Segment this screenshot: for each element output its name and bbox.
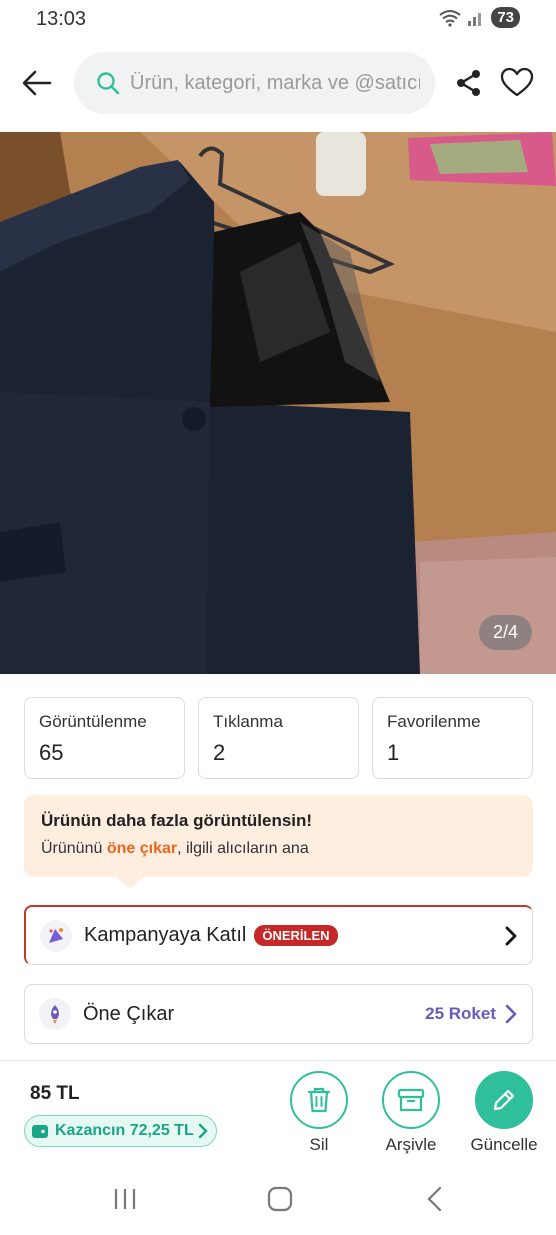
archive-button[interactable]: Arşivle	[366, 1071, 456, 1155]
delete-button[interactable]: Sil	[274, 1071, 364, 1155]
update-button[interactable]: Güncelle	[459, 1071, 549, 1155]
stat-value: 65	[39, 740, 64, 765]
stat-favorites: Favorilenme 1	[372, 697, 533, 779]
share-button[interactable]	[454, 68, 484, 98]
back-arrow-icon	[22, 70, 52, 96]
chevron-right-icon	[198, 1123, 208, 1139]
system-back-button[interactable]	[424, 1186, 446, 1217]
chevron-right-icon	[505, 926, 517, 946]
update-circle	[475, 1071, 533, 1129]
promo-banner: Ürünün daha fazla görüntülensin! Ürününü…	[24, 795, 533, 889]
status-bar: 13:03 73	[0, 0, 556, 38]
promo-pointer	[116, 877, 144, 889]
feature-right: 25 Roket	[425, 1003, 518, 1025]
campaign-right	[504, 925, 518, 947]
product-photo	[0, 132, 556, 674]
campaign-label: Kampanyaya Katıl	[84, 924, 247, 946]
battery-indicator: 73	[491, 7, 520, 28]
archive-icon	[397, 1088, 425, 1112]
update-label: Güncelle	[470, 1135, 538, 1154]
wallet-icon	[32, 1125, 48, 1138]
stat-label: Görüntülenme	[39, 712, 147, 731]
bottom-action-bar: 85 TL Kazancın 72,25 TL Sil Arşivle Günc…	[0, 1060, 556, 1164]
product-price: 85 TL	[30, 1083, 80, 1104]
feature-product-row[interactable]: Öne Çıkar 25 Roket	[24, 984, 533, 1044]
home-button[interactable]	[266, 1186, 294, 1217]
archive-circle	[382, 1071, 440, 1129]
stat-label: Favorilenme	[387, 712, 481, 731]
rocket-icon	[39, 998, 71, 1030]
stat-value: 1	[387, 740, 400, 765]
favorite-button[interactable]	[500, 66, 534, 100]
recommended-badge: ÖNERİLEN	[254, 925, 338, 946]
recent-apps-icon	[114, 1189, 136, 1209]
product-photo-carousel[interactable]: 2/4	[0, 132, 556, 674]
heart-icon	[500, 67, 534, 97]
search-bar[interactable]	[74, 52, 435, 114]
back-button[interactable]	[20, 66, 54, 100]
stat-value: 2	[213, 740, 226, 765]
delete-label: Sil	[309, 1135, 329, 1154]
search-icon	[97, 72, 120, 95]
recent-apps-button[interactable]	[112, 1186, 138, 1217]
campaign-icon	[40, 919, 72, 952]
search-input[interactable]	[130, 71, 420, 95]
stat-label: Tıklanma	[213, 712, 283, 731]
join-campaign-row[interactable]: Kampanyaya Katıl ÖNERİLEN	[24, 905, 533, 965]
system-back-icon	[427, 1186, 442, 1212]
earnings-chip[interactable]: Kazancın 72,25 TL	[24, 1115, 217, 1147]
stat-clicks: Tıklanma 2	[198, 697, 359, 779]
chevron-right-icon	[505, 1004, 517, 1024]
promo-text: Ürününü öne çıkar, ilgili alıcıların ana	[41, 840, 516, 858]
status-time: 13:03	[36, 8, 87, 30]
pencil-icon	[493, 1089, 515, 1111]
trash-icon	[307, 1087, 331, 1113]
earnings-text: Kazancın 72,25 TL	[55, 1122, 194, 1139]
home-icon	[267, 1186, 293, 1212]
system-nav-bar	[0, 1168, 556, 1235]
stats-row: Görüntülenme 65 Tıklanma 2 Favorilenme 1	[24, 697, 533, 779]
promo-title: Ürünün daha fazla görüntülensin!	[41, 811, 313, 830]
rocket-count: 25 Roket	[425, 1004, 496, 1023]
signal-icon	[468, 12, 482, 26]
feature-label: Öne Çıkar	[83, 1002, 175, 1025]
photo-counter: 2/4	[478, 615, 532, 650]
wifi-icon	[439, 9, 461, 27]
status-icons: 73	[439, 7, 520, 28]
archive-label: Arşivle	[385, 1135, 437, 1154]
promo-text-after: , ilgili alıcıların ana	[177, 840, 309, 857]
stat-views: Görüntülenme 65	[24, 697, 185, 779]
share-icon	[457, 70, 480, 96]
promo-highlight: öne çıkar	[106, 840, 178, 857]
promo-text-before: Ürününü	[41, 840, 107, 857]
top-header	[0, 50, 556, 116]
delete-circle	[290, 1071, 348, 1129]
